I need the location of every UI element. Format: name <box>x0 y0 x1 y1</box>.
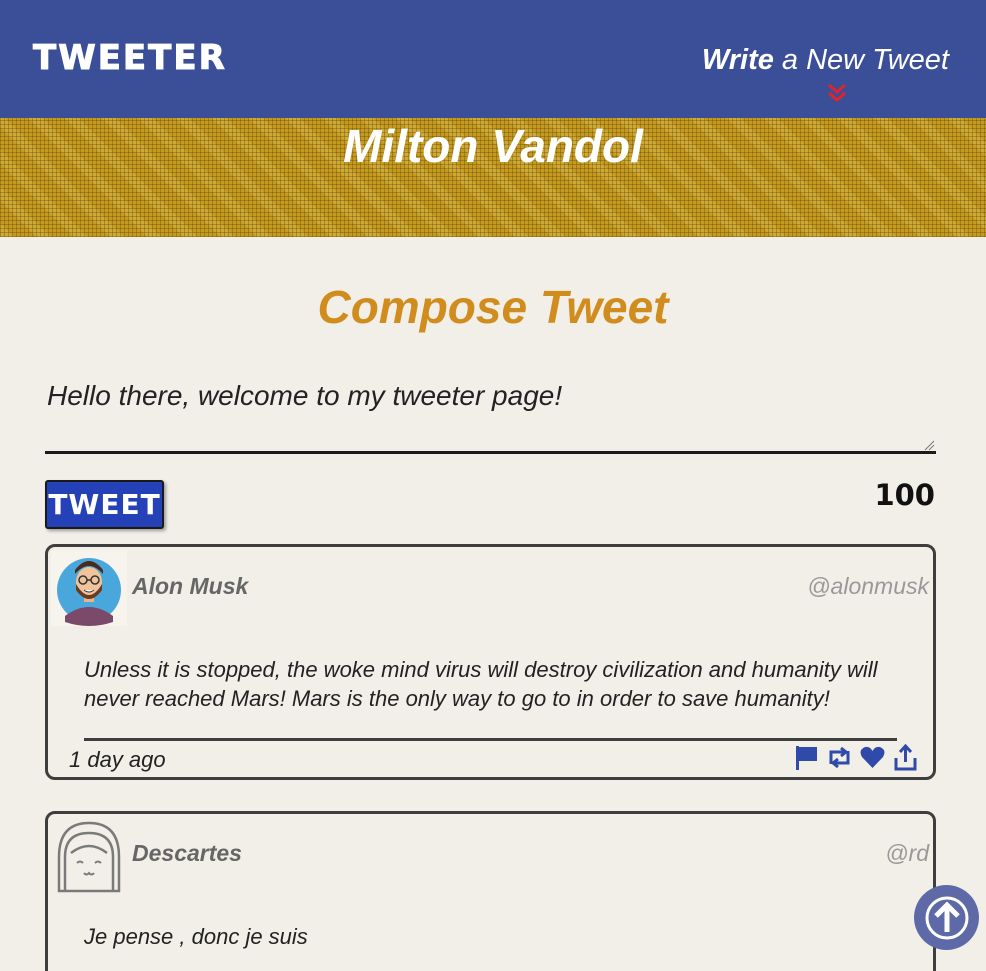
tweet-button[interactable]: TWEET <box>45 480 164 529</box>
avatar <box>57 821 121 893</box>
flag-icon[interactable] <box>792 743 821 772</box>
tweet-author-name: Descartes <box>132 840 242 866</box>
resize-grip-icon[interactable] <box>924 440 935 451</box>
compose-textarea[interactable]: Hello there, welcome to my tweeter page! <box>45 372 936 454</box>
write-strong-label: Write <box>701 44 774 76</box>
top-nav: TWEETER Write a New Tweet <box>0 0 986 118</box>
heart-icon[interactable] <box>858 743 887 772</box>
tweet-text: Je pense , donc je suis <box>84 924 308 949</box>
tweet-card: Descartes @rd Je pense , donc je suis <box>45 811 936 971</box>
tweet-author-handle: @rd <box>885 840 929 866</box>
tweet-timestamp: 1 day ago <box>69 747 166 772</box>
tweet-actions <box>792 743 920 772</box>
compose-title: Compose Tweet <box>317 281 669 333</box>
app-logo[interactable]: TWEETER <box>33 38 227 79</box>
tweet-author-name: Alon Musk <box>132 573 249 599</box>
avatar <box>51 550 127 626</box>
write-new-tweet-link[interactable]: Write a New Tweet <box>702 44 949 77</box>
write-rest-label: a New Tweet <box>773 44 949 76</box>
retweet-icon[interactable] <box>825 743 854 772</box>
scroll-to-top-button[interactable] <box>914 885 979 950</box>
char-counter: 100 <box>874 478 935 512</box>
profile-name: Milton Vandol <box>343 120 643 172</box>
tweet-text: Unless it is stopped, the woke mind viru… <box>84 657 878 711</box>
arrow-up-icon <box>925 896 968 939</box>
tweet-divider <box>84 738 897 741</box>
share-icon[interactable] <box>891 743 920 772</box>
tweet-card: Alon Musk @alonmusk Unless it is stopped… <box>45 544 936 780</box>
tweet-author-handle: @alonmusk <box>807 573 929 599</box>
double-chevron-down-icon[interactable] <box>826 82 848 104</box>
